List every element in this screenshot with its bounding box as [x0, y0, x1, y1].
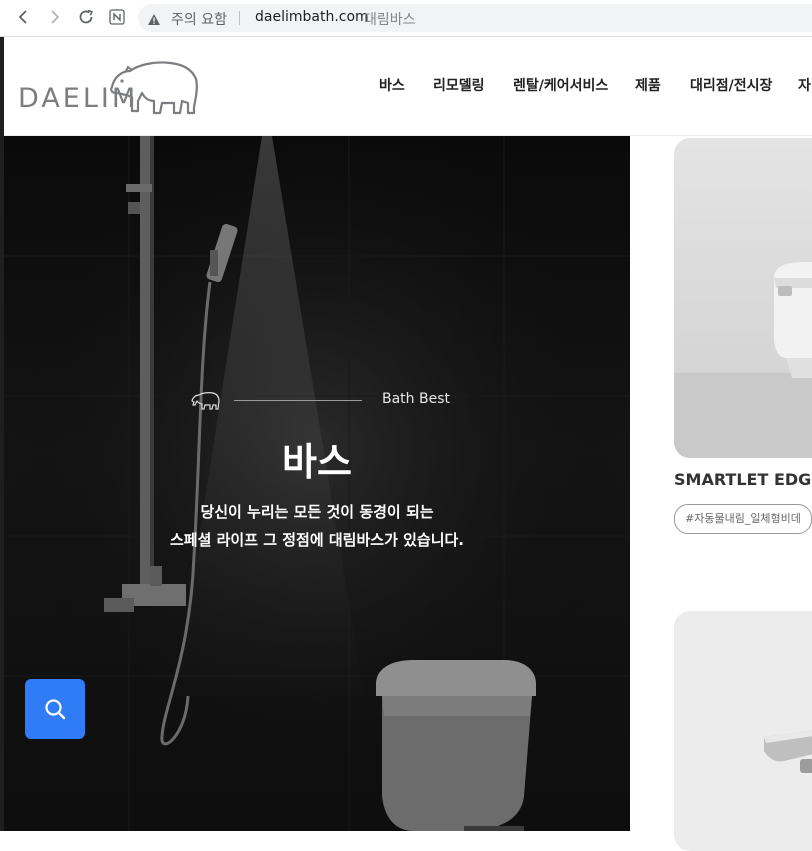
hero-divider-line: [234, 400, 362, 401]
product-name[interactable]: SMARTLET EDGE: [674, 470, 812, 489]
smartlet-edge-image: [674, 262, 812, 458]
site-header: DAELIM 바스 리모델링 렌탈/케어서비스 제품 대리점/전시장 자: [4, 37, 812, 136]
product-card-faucet[interactable]: [674, 611, 812, 851]
faucet-image: [764, 730, 812, 773]
nav-item-more[interactable]: 자: [798, 75, 811, 95]
nav-item-rental-care[interactable]: 렌탈/케어서비스: [513, 75, 608, 95]
product-tag[interactable]: #자동물내림_일체형비데: [674, 504, 812, 534]
page-title-hint: 대림바스: [364, 12, 416, 28]
hero-desc-line-2: 스페셜 라이프 그 정점에 대림바스가 있습니다.: [169, 531, 464, 549]
address-bar[interactable]: 주의 요함 daelimbath.com 대림바스: [138, 4, 812, 32]
security-label[interactable]: 주의 요함: [171, 9, 227, 29]
hero-description: 당신이 누리는 모든 것이 동경이 되는 스페셜 라이프 그 정점에 대림바스가…: [4, 498, 630, 554]
warning-icon[interactable]: [147, 11, 161, 30]
hero-kicker: Bath Best: [382, 391, 450, 407]
nav-item-products[interactable]: 제품: [635, 75, 661, 95]
forward-icon[interactable]: [44, 6, 66, 28]
polar-bear-icon: [191, 392, 220, 410]
search-button[interactable]: [25, 679, 85, 739]
reload-icon[interactable]: [75, 6, 97, 28]
back-icon[interactable]: [12, 6, 34, 28]
nav-item-bath[interactable]: 바스: [379, 75, 405, 95]
polar-bear-logo-icon: [110, 61, 198, 115]
search-icon: [45, 699, 66, 720]
nav-item-remodeling[interactable]: 리모델링: [433, 75, 485, 95]
hero-desc-line-1: 당신이 누리는 모든 것이 동경이 되는: [200, 503, 434, 521]
browser-toolbar: 주의 요함 daelimbath.com 대림바스: [0, 0, 812, 37]
naver-extension-icon[interactable]: [106, 6, 128, 28]
product-card-smartlet-edge[interactable]: [674, 138, 812, 458]
hero-banner: Bath Best 바스 당신이 누리는 모든 것이 동경이 되는 스페셜 라이…: [4, 136, 630, 831]
nav-item-dealers-showrooms[interactable]: 대리점/전시장: [690, 75, 772, 95]
divider: [239, 11, 240, 25]
url-text[interactable]: daelimbath.com: [255, 9, 369, 25]
hero-title: 바스: [282, 440, 352, 484]
